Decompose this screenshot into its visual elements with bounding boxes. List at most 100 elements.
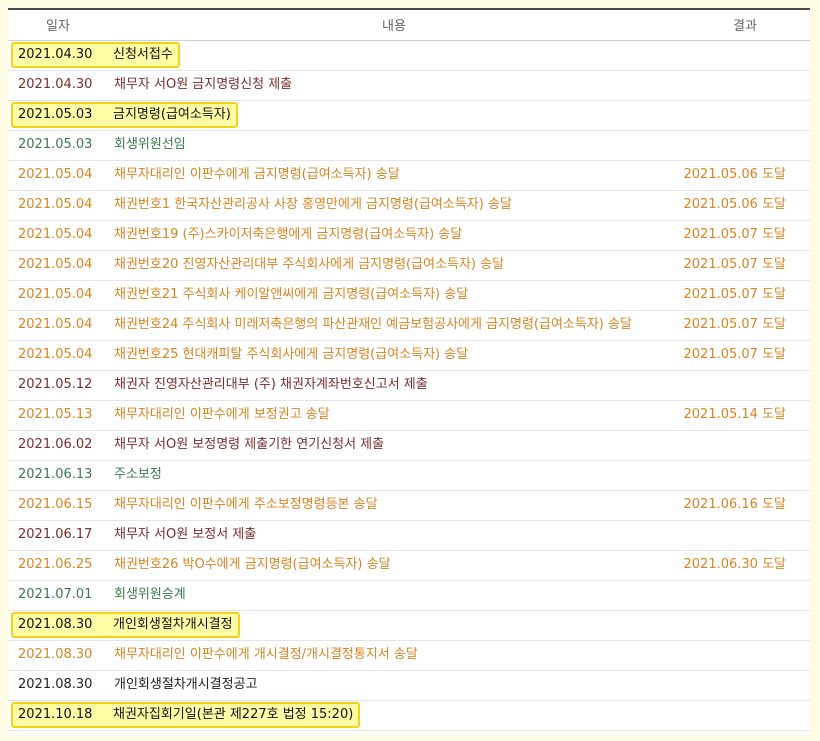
row-date: 2021.06.25 (8, 550, 108, 581)
row-result (680, 700, 810, 731)
row-result: 2021.06.30 도달 (680, 550, 810, 581)
row-date: 2021.08.30 (8, 670, 108, 701)
row-date: 2021.04.30 (8, 70, 108, 101)
row-date: 2021.08.30 (8, 640, 108, 671)
row-result: 2021.06.16 도달 (680, 490, 810, 521)
row-content: 채권번호26 박O수에게 금지명령(급여소득자) 송달 (108, 550, 680, 581)
table-row: 2021.08.30 개인회생절차개시결정 (8, 610, 810, 641)
table-row: 2021.05.03 금지명령(급여소득자) (8, 100, 810, 131)
row-date: 2021.05.03 (8, 130, 108, 161)
row-result (680, 430, 810, 461)
table-row: 2021.04.30 신청서접수 (8, 40, 810, 71)
table-row: 2021.04.30 채무자 서O원 금지명령신청 제출 (8, 70, 810, 101)
highlight-box: 2021.08.30 개인회생절차개시결정 (11, 612, 240, 638)
row-date: 2021.05.04 (8, 280, 108, 311)
row-content: 채무자 서O원 보정명령 제출기한 연기신청서 제출 (108, 430, 680, 461)
row-result (680, 580, 810, 611)
table-header: 일자 내용 결과 (8, 8, 810, 41)
row-content: 채권번호19 (주)스카이저축은행에게 금지명령(급여소득자) 송달 (108, 220, 680, 251)
row-content: 채무자대리인 이판수에게 금지명령(급여소득자) 송달 (108, 160, 680, 191)
row-content: 채권번호24 주식회사 미래저축은행의 파산관재인 예금보험공사에게 금지명령(… (108, 310, 680, 341)
table-row: 2021.05.04 채권번호20 진영자산관리대부 주식회사에게 금지명령(급여… (8, 250, 810, 281)
row-result (680, 520, 810, 551)
row-content: 채권번호21 주식회사 케이알앤씨에게 금지명령(급여소득자) 송달 (108, 280, 680, 311)
table-row: 2021.06.25 채권번호26 박O수에게 금지명령(급여소득자) 송달 202… (8, 550, 810, 581)
row-content (108, 40, 680, 71)
row-date: 2021.06.13 (8, 460, 108, 491)
row-result: 2021.05.06 도달 (680, 160, 810, 191)
row-date: 2021.06.17 (8, 520, 108, 551)
row-result (680, 130, 810, 161)
row-result: 2021.05.07 도달 (680, 310, 810, 341)
row-content: 채권번호25 현대캐피탈 주식회사에게 금지명령(급여소득자) 송달 (108, 340, 680, 371)
table-row: 2021.08.30 채무자대리인 이판수에게 개시결정/개시결정통지서 송달 (8, 640, 810, 671)
column-header-result: 결과 (680, 8, 810, 41)
row-date: 2021.05.04 (8, 190, 108, 221)
row-date: 2021.05.03 금지명령(급여소득자) (8, 100, 238, 131)
table-row: 2021.08.30 개인회생절차개시결정공고 (8, 670, 810, 701)
row-date: 2021.05.13 (8, 400, 108, 431)
highlight-box: 2021.04.30 신청서접수 (11, 42, 180, 68)
column-header-date: 일자 (8, 8, 108, 41)
row-date: 2021.05.04 (8, 310, 108, 341)
row-result (680, 460, 810, 491)
table-row: 2021.05.04 채권번호19 (주)스카이저축은행에게 금지명령(급여소득자… (8, 220, 810, 251)
table-row: 2021.05.04 채무자대리인 이판수에게 금지명령(급여소득자) 송달 202… (8, 160, 810, 191)
row-result (680, 370, 810, 401)
row-content: 회생위원선임 (108, 130, 680, 161)
table-row: 2021.05.04 채권번호1 한국자산관리공사 사장 홍영만에게 금지명령(급… (8, 190, 810, 221)
row-date: 2021.05.04 (8, 220, 108, 251)
highlight-date-text: 2021.05.03 (18, 107, 93, 122)
row-result (680, 640, 810, 671)
case-events-table: 일자 내용 결과 2021.04.30 신청서접수 2021.04.30 채무자 서O… (8, 8, 810, 731)
highlight-box: 2021.10.18 채권자집회기일(본관 제227호 법정 15:20) (11, 702, 361, 728)
highlight-content-text: 개인회생절차개시결정 (113, 617, 233, 632)
row-result (680, 670, 810, 701)
row-result: 2021.05.07 도달 (680, 220, 810, 251)
highlight-date-text: 2021.04.30 (18, 47, 93, 62)
highlight-date-text: 2021.10.18 (18, 707, 93, 722)
row-date: 2021.10.18 채권자집회기일(본관 제227호 법정 15:20) (8, 700, 361, 731)
row-content: 채무자 서O원 금지명령신청 제출 (108, 70, 680, 101)
row-date: 2021.05.04 (8, 250, 108, 281)
table-row: 2021.05.04 채권번호21 주식회사 케이알앤씨에게 금지명령(급여소득자… (8, 280, 810, 311)
highlight-content-text: 금지명령(급여소득자) (113, 107, 231, 122)
case-progress-panel: 일자 내용 결과 2021.04.30 신청서접수 2021.04.30 채무자 서O… (8, 8, 810, 735)
table-row: 2021.06.02 채무자 서O원 보정명령 제출기한 연기신청서 제출 (8, 430, 810, 461)
highlight-content-text: 신청서접수 (113, 47, 173, 62)
row-content: 채무자대리인 이판수에게 개시결정/개시결정통지서 송달 (108, 640, 680, 671)
table-row: 2021.05.04 채권번호24 주식회사 미래저축은행의 파산관재인 예금보험… (8, 310, 810, 341)
row-result: 2021.05.07 도달 (680, 280, 810, 311)
column-header-content: 내용 (108, 8, 680, 41)
row-date: 2021.08.30 개인회생절차개시결정 (8, 610, 240, 641)
highlight-box: 2021.05.03 금지명령(급여소득자) (11, 102, 238, 128)
row-content: 채무자대리인 이판수에게 보정권고 송달 (108, 400, 680, 431)
row-result (680, 610, 810, 641)
highlight-content-text: 채권자집회기일(본관 제227호 법정 15:20) (113, 707, 354, 722)
row-date: 2021.04.30 신청서접수 (8, 40, 180, 71)
row-content: 채무자대리인 이판수에게 주소보정명령등본 송달 (108, 490, 680, 521)
table-row: 2021.06.17 채무자 서O원 보정서 제출 (8, 520, 810, 551)
row-result (680, 70, 810, 101)
row-content: 주소보정 (108, 460, 680, 491)
row-date: 2021.07.01 (8, 580, 108, 611)
row-date: 2021.05.12 (8, 370, 108, 401)
row-content: 회생위원승계 (108, 580, 680, 611)
row-content: 채권자 진영자산관리대부 (주) 채권자계좌번호신고서 제출 (108, 370, 680, 401)
row-content: 개인회생절차개시결정공고 (108, 670, 680, 701)
table-body: 2021.04.30 신청서접수 2021.04.30 채무자 서O원 금지명령신청 … (8, 40, 810, 731)
row-date: 2021.05.04 (8, 160, 108, 191)
table-row: 2021.05.04 채권번호25 현대캐피탈 주식회사에게 금지명령(급여소득자… (8, 340, 810, 371)
header-row: 일자 내용 결과 (8, 8, 810, 41)
row-content: 채권번호1 한국자산관리공사 사장 홍영만에게 금지명령(급여소득자) 송달 (108, 190, 680, 221)
row-date: 2021.05.04 (8, 340, 108, 371)
table-row: 2021.05.03 회생위원선임 (8, 130, 810, 161)
table-row: 2021.06.15 채무자대리인 이판수에게 주소보정명령등본 송달 2021.0… (8, 490, 810, 521)
row-content: 채권번호20 진영자산관리대부 주식회사에게 금지명령(급여소득자) 송달 (108, 250, 680, 281)
table-row: 2021.05.13 채무자대리인 이판수에게 보정권고 송달 2021.05.14… (8, 400, 810, 431)
row-result: 2021.05.07 도달 (680, 340, 810, 371)
row-result (680, 40, 810, 71)
row-content: 채무자 서O원 보정서 제출 (108, 520, 680, 551)
highlight-date-text: 2021.08.30 (18, 617, 93, 632)
table-row: 2021.06.13 주소보정 (8, 460, 810, 491)
